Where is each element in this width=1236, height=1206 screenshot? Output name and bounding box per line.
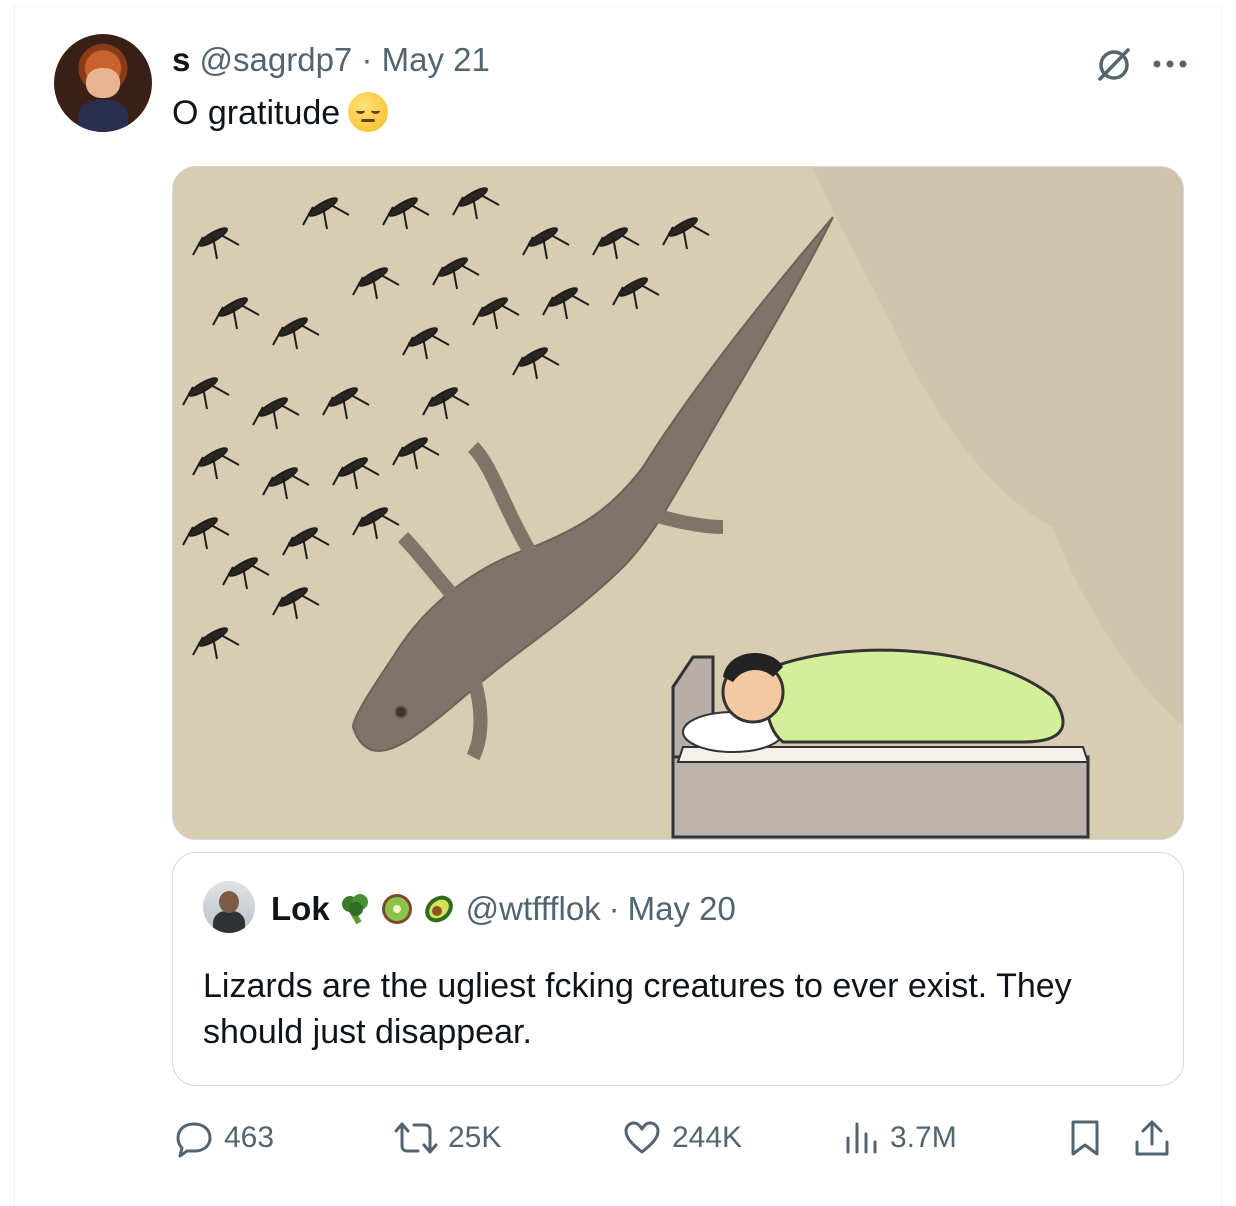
reply-button[interactable]: 463 xyxy=(174,1118,274,1158)
like-button[interactable]: 244K xyxy=(622,1118,742,1158)
reply-icon xyxy=(174,1118,224,1158)
quote-date[interactable]: May 20 xyxy=(628,889,736,929)
kiwi-emoji xyxy=(380,892,414,926)
author-name[interactable]: s xyxy=(172,41,190,78)
grok-icon[interactable] xyxy=(1094,44,1134,84)
tweet-text-line: O gratitude xyxy=(172,92,389,134)
separator: · xyxy=(361,41,373,78)
repost-icon xyxy=(394,1118,448,1158)
avocado-emoji xyxy=(422,892,456,926)
quote-separator: · xyxy=(608,890,620,927)
action-bar: 463 25K 244K 3.7M xyxy=(172,1118,1188,1162)
top-icons xyxy=(1094,44,1188,84)
repost-count: 25K xyxy=(448,1121,502,1154)
like-icon xyxy=(622,1118,672,1158)
share-button[interactable] xyxy=(1132,1118,1182,1158)
broccoli-emoji xyxy=(338,892,372,926)
quote-avatar[interactable] xyxy=(203,881,255,933)
views-count: 3.7M xyxy=(890,1121,957,1154)
like-count: 244K xyxy=(672,1121,743,1154)
quoted-tweet[interactable]: Lok @wtffflok · May 20 Lizards are the u… xyxy=(172,852,1184,1086)
author-handle[interactable]: @sagrdp7 xyxy=(200,41,353,78)
more-icon[interactable] xyxy=(1152,58,1188,70)
views-button[interactable]: 3.7M xyxy=(844,1118,957,1158)
avatar[interactable] xyxy=(54,34,152,132)
tweet-image[interactable] xyxy=(172,166,1184,840)
repost-button[interactable]: 25K xyxy=(394,1118,501,1158)
quote-author-handle[interactable]: @wtffflok xyxy=(466,889,601,929)
tweet-text: O gratitude xyxy=(172,94,341,132)
bookmark-button[interactable] xyxy=(1068,1118,1112,1158)
quote-header: Lok @wtffflok · May 20 xyxy=(271,889,736,929)
sad-face-emoji xyxy=(348,92,389,132)
quote-author-name[interactable]: Lok xyxy=(271,889,330,929)
reply-count: 463 xyxy=(224,1121,275,1154)
quote-text: Lizards are the ugliest fcking creatures… xyxy=(203,967,1072,1051)
tweet-date[interactable]: May 21 xyxy=(382,41,490,78)
tweet-header: s @sagrdp7 · May 21 xyxy=(172,40,490,80)
views-icon xyxy=(844,1118,890,1158)
share-icon xyxy=(1132,1118,1182,1158)
bookmark-icon xyxy=(1068,1118,1112,1158)
